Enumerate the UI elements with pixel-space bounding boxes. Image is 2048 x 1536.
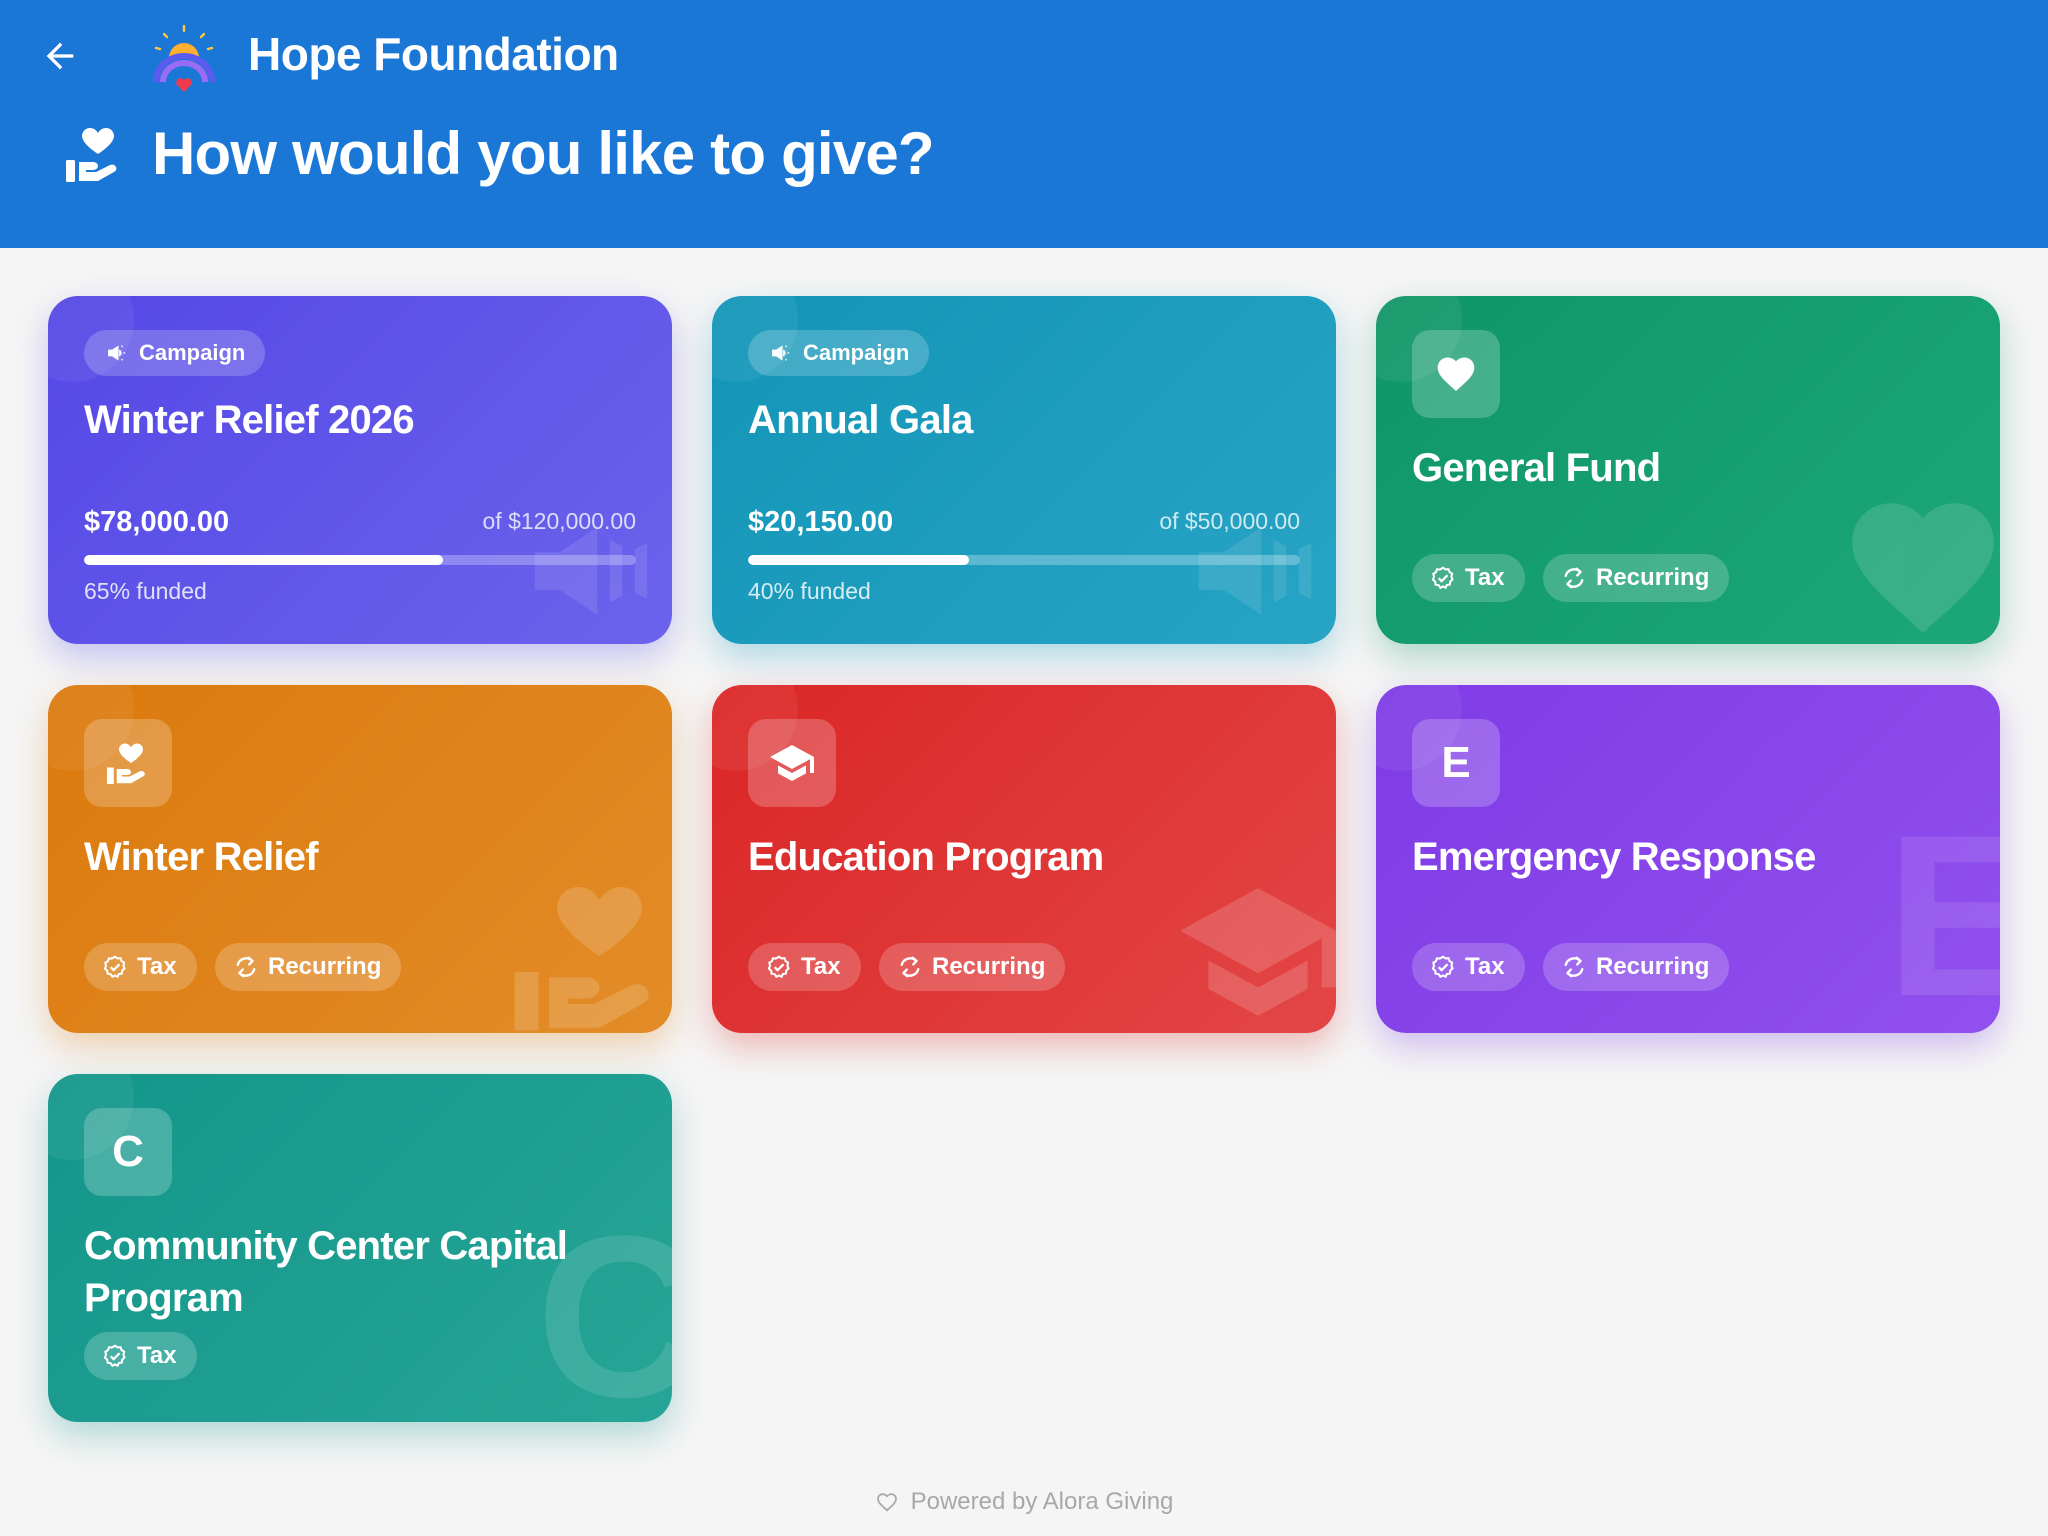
fund-icon-tile: E [1412,719,1500,807]
campaign-title: Annual Gala [748,398,973,442]
campaign-goal: of $120,000.00 [482,508,636,534]
recurring-badge: Recurring [215,943,402,991]
arrow-left-icon [46,42,74,70]
campaign-goal: of $50,000.00 [1159,508,1300,534]
recurring-badge-label: Recurring [932,953,1046,980]
tax-badge: Tax [84,1332,197,1380]
recurring-badge: Recurring [879,943,1066,991]
campaign-funded-text: 40% funded [748,578,871,604]
campaign-progress-bar [84,555,636,565]
powered-by-text: Powered by Alora Giving [910,1488,1174,1515]
campaign-progress-fill [748,555,969,565]
fund-title: Emergency Response [1412,835,1816,879]
campaign-raised: $78,000.00 [84,506,230,538]
campaign-funded-text: 65% funded [84,578,207,604]
badge-check-icon [103,955,126,979]
page-header: Hope Foundation How would you like to gi… [0,0,2048,248]
fund-card-general-fund[interactable]: General Fund Tax Recurring [1376,296,2000,644]
fund-icon-tile [1412,330,1500,418]
tax-badge: Tax [1412,554,1525,602]
fund-letter-icon: E [1441,738,1471,787]
campaign-badge-label: Campaign [803,340,910,365]
org-logo [153,24,215,92]
campaign-progress-bar [748,555,1300,565]
campaign-progress-fill [84,555,443,565]
tax-badge: Tax [1412,943,1525,991]
tax-badge-label: Tax [1465,953,1505,980]
back-button[interactable] [34,30,86,82]
campaign-badge: Campaign [84,330,266,376]
recurring-badge: Recurring [1543,554,1730,602]
fund-card-education-program[interactable]: Education Program Tax Recurring [712,685,1336,1033]
fund-card-community-center-capital-program[interactable]: C C Community Center Capital Program Tax [48,1074,672,1422]
megaphone-icon [108,345,126,361]
org-name: Hope Foundation [248,28,619,80]
fund-title: Education Program [748,835,1104,879]
hand-holding-heart-icon [107,743,145,784]
tax-badge-label: Tax [137,1342,177,1369]
graduation-cap-watermark-icon [1180,888,1336,1016]
recurring-badge-label: Recurring [1596,564,1710,591]
badge-check-icon [767,955,790,979]
fund-card-emergency-response[interactable]: E E Emergency Response Tax Recurring [1376,685,2000,1033]
graduation-cap-icon [770,745,814,781]
refresh-icon [900,956,920,978]
heart-icon [1437,357,1475,392]
campaign-badge: Campaign [748,330,930,376]
tax-badge: Tax [748,943,861,991]
badge-check-icon [1431,566,1454,590]
recurring-badge-label: Recurring [268,953,382,980]
badge-check-icon [1431,955,1454,979]
fund-letter-icon: C [112,1127,144,1176]
campaign-title: Winter Relief 2026 [84,398,415,442]
footer: Powered by Alora Giving [0,1488,2048,1516]
refresh-icon [1564,567,1584,589]
fund-icon-tile: C [84,1108,172,1196]
page-title: How would you like to give? [152,120,935,187]
refresh-icon [236,956,256,978]
heart-outline-icon [876,1493,897,1512]
tax-badge: Tax [84,943,197,991]
fund-icon-tile [748,719,836,807]
campaign-card-annual-gala[interactable]: Campaign Annual Gala $20,150.00 of $50,0… [712,296,1336,644]
campaign-raised: $20,150.00 [748,506,894,538]
fund-title: Community Center Capital Program [84,1224,568,1320]
megaphone-icon [772,345,790,361]
fund-card-winter-relief[interactable]: Winter Relief Tax Recurring [48,685,672,1033]
tax-badge-label: Tax [137,953,177,980]
campaign-badge-label: Campaign [139,340,246,365]
fund-title: Winter Relief [84,835,319,879]
recurring-badge: Recurring [1543,943,1730,991]
letter-watermark: E [1886,787,2000,1033]
hand-holding-heart-watermark-icon [514,886,649,1031]
badge-check-icon [103,1344,126,1368]
heart-watermark-icon [1852,503,1994,633]
tax-badge-label: Tax [801,953,841,980]
campaign-card-winter-relief-2026[interactable]: Campaign Winter Relief 2026 $78,000.00 o… [48,296,672,644]
hand-holding-heart-icon [66,128,117,182]
refresh-icon [1564,956,1584,978]
fund-icon-tile [84,719,172,807]
tax-badge-label: Tax [1465,564,1505,591]
fund-title: General Fund [1412,446,1661,490]
recurring-badge-label: Recurring [1596,953,1710,980]
